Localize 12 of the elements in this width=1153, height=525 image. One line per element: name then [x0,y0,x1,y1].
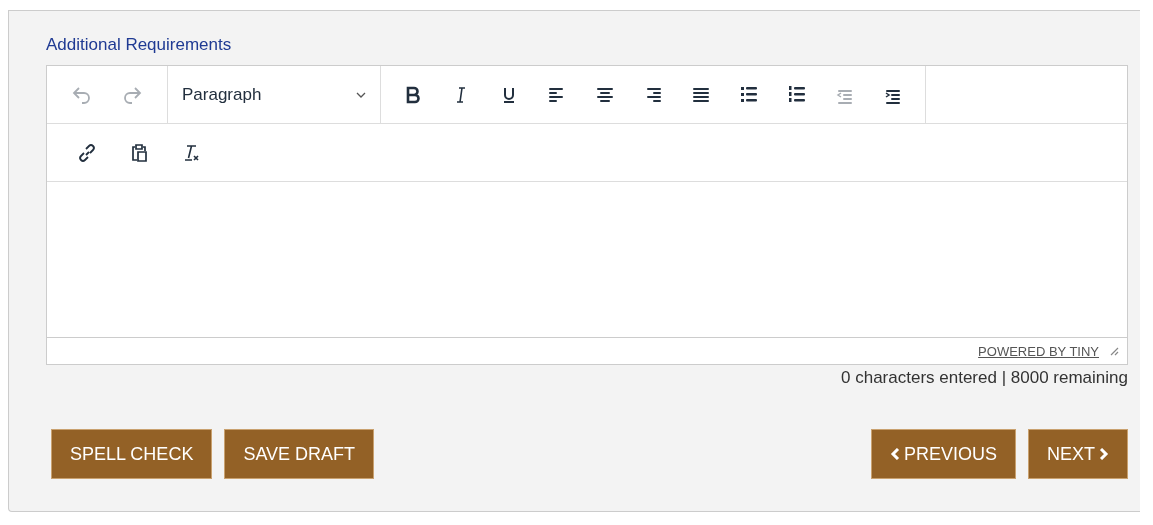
next-button[interactable]: NEXT [1028,429,1128,479]
chevron-right-icon [1099,448,1109,460]
chevron-left-icon [889,448,900,460]
action-button[interactable]: SPELL CHECK [51,429,213,479]
chevron-down-icon [356,91,366,98]
powered-by-link[interactable]: POWERED BY TINY [978,343,1099,359]
block-format-dropdown[interactable]: Paragraph [176,76,372,113]
character-counter: 0 characters entered | 8000 remaining [841,368,1128,388]
action-button[interactable]: SAVE DRAFT [224,429,375,479]
resize-handle-icon[interactable] [1109,346,1119,356]
previous-button[interactable]: PREVIOUS [870,429,1016,479]
field-label: Additional Requirements [46,35,232,55]
